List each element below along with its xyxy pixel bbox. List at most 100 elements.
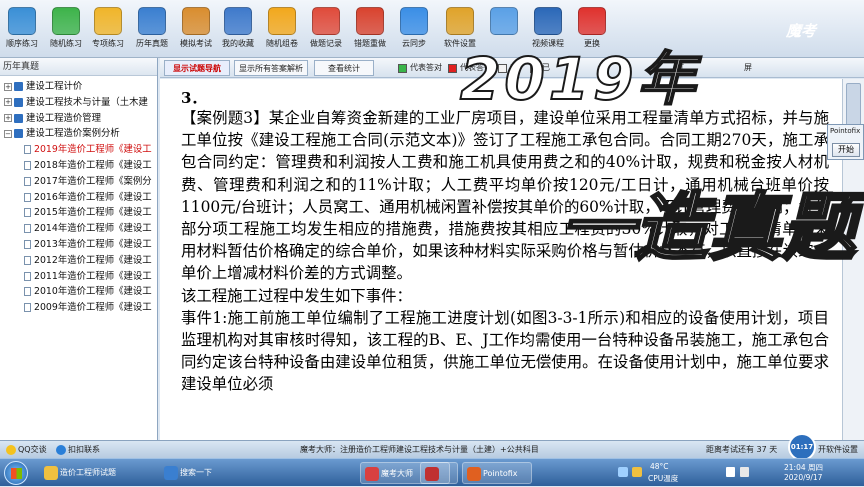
tree-item-label: 2011年造价工程师《建设工 — [34, 270, 152, 282]
tree-exam-item[interactable]: 2014年造价工程师《建设工 — [0, 221, 157, 237]
contact-icon — [56, 444, 66, 455]
taskbar-task-5[interactable]: Pointofix — [462, 462, 532, 484]
toolbar-button-sequence[interactable]: 顺序练习 — [2, 4, 42, 56]
toolbar-button-label: 顺序练习 — [6, 39, 38, 48]
expand-icon[interactable]: + — [4, 82, 12, 91]
expand-icon[interactable]: + — [4, 114, 12, 123]
tree-category[interactable]: − 建设工程造价案例分析 — [0, 126, 157, 142]
software-settings-link[interactable]: 开软件设置 — [818, 441, 858, 459]
tab-show-answers[interactable]: 显示所有答案解析 — [234, 60, 308, 76]
pointofix-icon — [467, 467, 481, 481]
tree-exam-item[interactable]: 2015年造价工程师《建设工 — [0, 205, 157, 221]
tray-network-icon[interactable] — [618, 467, 628, 477]
video-icon — [534, 7, 562, 35]
toolbar-button-cloud-sync[interactable]: 云同步 — [394, 4, 434, 56]
tree-item-label: 2015年造价工程师《建设工 — [34, 207, 152, 219]
toolbar-button-label: 模拟考试 — [180, 39, 212, 48]
document-icon — [24, 303, 31, 313]
document-icon — [24, 208, 31, 218]
video-watermark-title: 一造真题 — [559, 184, 858, 273]
taskbar-task-label: 造价工程师试题 — [60, 468, 116, 477]
pointofix-start-button[interactable]: 开始 — [832, 143, 860, 157]
tray-flag-icon[interactable] — [740, 467, 749, 477]
tree-exam-item[interactable]: 2013年造价工程师《建设工 — [0, 237, 157, 253]
favorites-icon — [224, 7, 252, 35]
collapse-icon[interactable]: − — [4, 129, 12, 138]
taskbar-task-2[interactable]: 搜索一下 — [160, 462, 212, 484]
toolbar-button-label: 云同步 — [402, 39, 426, 48]
system-tray: 48°C CPU温度 21:04 周四 2020/9/17 — [608, 459, 864, 487]
screen-label[interactable]: 屏 — [744, 60, 752, 76]
qq-chat-link[interactable]: QQ交谈 — [6, 441, 47, 459]
tray-app-icon[interactable] — [632, 467, 642, 477]
video-watermark-year: 2019年 — [459, 44, 700, 114]
help-icon — [490, 7, 518, 35]
toolbar-button-flower[interactable]: 随机组卷 — [262, 4, 302, 56]
contact-label: 扣扣联系 — [68, 445, 100, 454]
tree-category[interactable]: + 建设工程计价 — [0, 79, 157, 95]
document-icon — [24, 271, 31, 281]
cpu-temp-label: CPU温度 — [648, 474, 679, 483]
tree-item-label: 2014年造价工程师《建设工 — [34, 223, 152, 235]
exam-icon — [182, 7, 210, 35]
tray-volume-icon[interactable] — [726, 467, 735, 477]
legend-wrong-swatch — [448, 64, 457, 73]
tree-panel-title: 历年真题 — [0, 58, 157, 76]
tree-category[interactable]: + 建设工程技术与计量（土木建 — [0, 95, 157, 111]
tree-item-label: 2010年造价工程师《建设工 — [34, 286, 152, 298]
tree-item-label: 2018年造价工程师《建设工 — [34, 159, 152, 171]
toolbar-button-random[interactable]: 随机练习 — [46, 4, 86, 56]
clock-time[interactable]: 21:04 周四 — [784, 462, 823, 473]
toolbar-button-calendar[interactable]: 做题记录 — [306, 4, 346, 56]
tree-exam-item[interactable]: 2012年造价工程师《建设工 — [0, 253, 157, 269]
tree-item-label: 建设工程计价 — [26, 81, 83, 92]
search-icon — [164, 466, 178, 480]
tree-category[interactable]: + 建设工程造价管理 — [0, 111, 157, 127]
taskbar-task-1[interactable]: 造价工程师试题 — [40, 462, 140, 484]
book-icon — [14, 113, 23, 123]
app-icon — [425, 467, 439, 481]
toolbar-button-calendar-redo[interactable]: 错题重做 — [350, 4, 390, 56]
toolbar-button-favorites[interactable]: 我的收藏 — [218, 4, 258, 56]
tree-exam-item[interactable]: 2016年造价工程师《建设工 — [0, 190, 157, 206]
taskbar-task-4[interactable] — [420, 462, 458, 484]
tree-item-label: 2009年造价工程师《建设工 — [34, 302, 152, 314]
book-icon — [14, 129, 23, 139]
tab-view-stats[interactable]: 查看统计 — [314, 60, 374, 76]
pointofix-window[interactable]: Pointofix 开始 — [827, 124, 864, 160]
windows-logo-icon — [11, 468, 22, 479]
taskbar-task-label: 搜索一下 — [180, 468, 212, 477]
lock-icon — [446, 7, 474, 35]
question-tree: + 建设工程计价 + 建设工程技术与计量（土木建 + 建设工程造价管理 − 建设工程造价案例分… — [0, 76, 157, 316]
windows-taskbar: 造价工程师试题 搜索一下 魔考大师 Pointofix 48°C CPU温度 21:0… — [0, 458, 864, 486]
book-icon — [14, 82, 23, 91]
toolbar-button-history[interactable]: 历年真题 — [132, 4, 172, 56]
sequence-icon — [8, 7, 36, 35]
toolbar-button-label: 专项练习 — [92, 39, 124, 48]
app-icon — [365, 467, 379, 481]
brand-logo-text: 魔考 — [786, 22, 817, 40]
main-toolbar: 顺序练习 随机练习 专项练习 历年真题 模拟考试 我的收藏 随机组卷 做题记录 错题重做 云同步软… — [0, 0, 864, 58]
calendar-icon — [312, 7, 340, 35]
tree-exam-item[interactable]: 2017年造价工程师《案例分 — [0, 174, 157, 190]
tree-exam-item[interactable]: 2011年造价工程师《建设工 — [0, 269, 157, 285]
tree-exam-item[interactable]: 2009年造价工程师《建设工 — [0, 300, 157, 316]
expand-icon[interactable]: + — [4, 98, 12, 107]
legend-correct-swatch — [398, 64, 407, 73]
toolbar-button-exam[interactable]: 模拟考试 — [176, 4, 216, 56]
legend-correct-label: 代表答对 — [410, 63, 442, 72]
exam-countdown: 距离考试还有 37 天 — [706, 445, 778, 454]
folder-icon — [94, 7, 122, 35]
tree-exam-item[interactable]: 2010年造价工程师《建设工 — [0, 284, 157, 300]
start-button[interactable] — [4, 461, 28, 485]
contact-link[interactable]: 扣扣联系 — [56, 441, 100, 459]
clock-date[interactable]: 2020/9/17 — [784, 473, 822, 482]
tree-exam-item[interactable]: 2019年造价工程师《建设工 — [0, 142, 157, 158]
toolbar-button-folder[interactable]: 专项练习 — [88, 4, 128, 56]
toolbar-button-label: 随机练习 — [50, 39, 82, 48]
switch-icon — [578, 7, 606, 35]
tab-question-nav[interactable]: 显示试题导航 — [164, 60, 230, 76]
calendar-redo-icon — [356, 7, 384, 35]
tree-exam-item[interactable]: 2018年造价工程师《建设工 — [0, 158, 157, 174]
document-icon — [24, 287, 31, 297]
